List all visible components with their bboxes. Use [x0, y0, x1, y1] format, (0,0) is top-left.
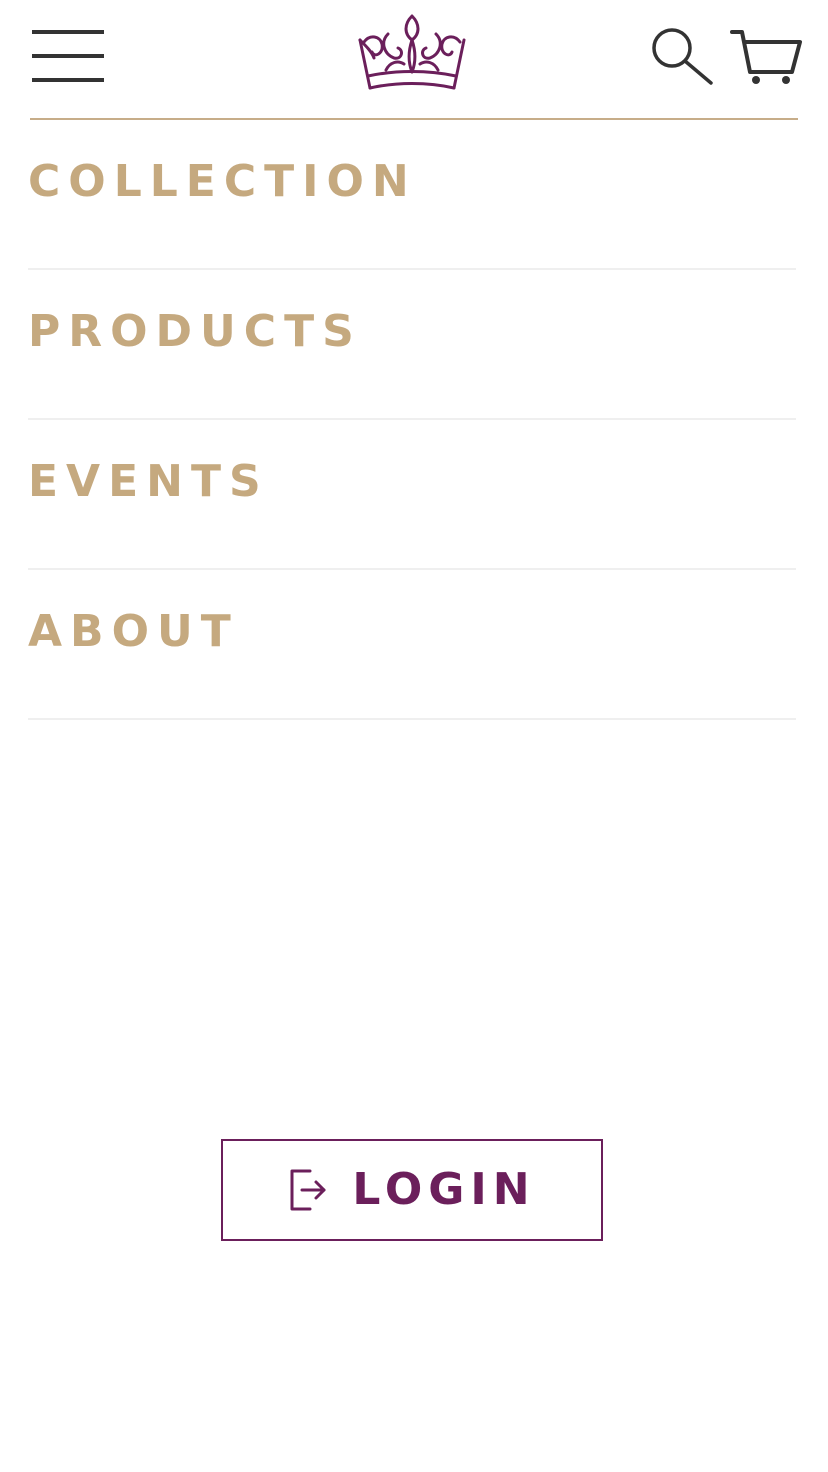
nav-item-events[interactable]: EVENTS	[28, 420, 796, 570]
hamburger-menu-icon[interactable]	[32, 30, 104, 84]
nav-item-label: ABOUT	[28, 606, 239, 657]
menu-bar	[32, 54, 104, 58]
search-icon[interactable]	[650, 26, 716, 88]
nav-item-label: PRODUCTS	[28, 306, 362, 357]
nav-item-products[interactable]: PRODUCTS	[28, 270, 796, 420]
nav-item-about[interactable]: ABOUT	[28, 570, 796, 720]
login-label: LOGIN	[352, 1164, 536, 1215]
login-button[interactable]: LOGIN	[221, 1139, 603, 1241]
main-nav-menu: COLLECTION PRODUCTS EVENTS ABOUT	[28, 120, 796, 720]
shopping-cart-icon[interactable]	[730, 28, 804, 88]
top-header	[0, 0, 828, 120]
nav-item-label: COLLECTION	[28, 156, 417, 207]
crown-logo-icon[interactable]	[356, 12, 468, 94]
nav-item-collection[interactable]: COLLECTION	[28, 120, 796, 270]
login-arrow-icon	[290, 1169, 326, 1211]
menu-bar	[32, 30, 104, 34]
menu-bar	[32, 78, 104, 82]
nav-item-label: EVENTS	[28, 456, 269, 507]
